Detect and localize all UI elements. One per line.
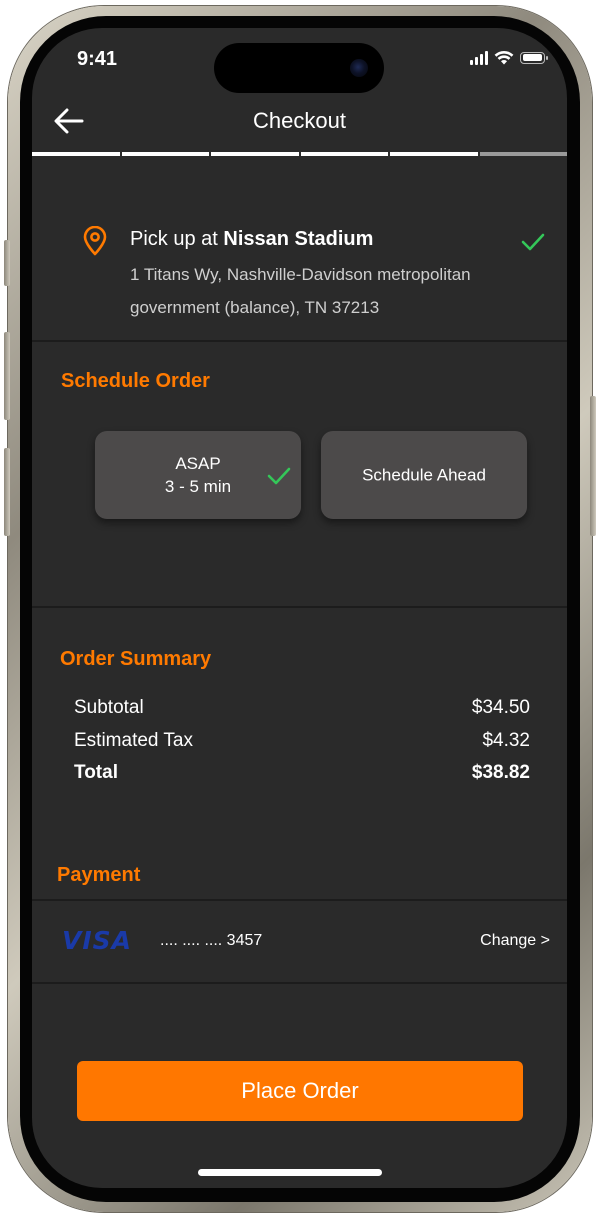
schedule-ahead-option-button[interactable]: Schedule Ahead xyxy=(321,431,527,519)
pickup-prefix: Pick up at xyxy=(130,228,224,250)
checkout-screen: 9:41 Checkout Pick up at Nissan Stadium … xyxy=(32,28,567,1188)
battery-icon xyxy=(520,51,548,64)
schedule-order-heading: Schedule Order xyxy=(61,370,210,392)
status-time: 9:41 xyxy=(77,48,118,70)
status-icons xyxy=(470,50,548,65)
order-summary-heading: Order Summary xyxy=(60,648,212,670)
summary-value: $34.50 xyxy=(471,697,530,718)
summary-label: Estimated Tax xyxy=(74,730,193,751)
asap-option-button[interactable]: ASAP 3 - 5 min xyxy=(95,431,301,519)
power-button xyxy=(590,396,596,536)
visa-logo: VISA xyxy=(62,926,133,955)
wifi-icon xyxy=(494,50,514,65)
home-indicator xyxy=(198,1169,382,1176)
summary-value: $38.82 xyxy=(471,762,530,783)
check-icon xyxy=(521,233,545,251)
selected-check-icon xyxy=(267,467,291,485)
change-payment-link[interactable]: Change > xyxy=(480,932,550,950)
pickup-venue-name: Nissan Stadium xyxy=(223,228,374,250)
summary-row-subtotal: Subtotal $34.50 xyxy=(74,697,530,719)
summary-row-tax: Estimated Tax $4.32 xyxy=(74,730,530,752)
payment-method-row: VISA .... .... .... 3457 Change > xyxy=(32,900,567,982)
page-title: Checkout xyxy=(253,108,346,133)
summary-label: Subtotal xyxy=(74,697,144,718)
volume-up-button xyxy=(4,332,10,420)
pickup-address: 1 Titans Wy, Nashville-Davidson metropol… xyxy=(130,265,471,317)
summary-label: Total xyxy=(74,762,118,783)
section-divider xyxy=(32,606,567,608)
navigation-header: Checkout xyxy=(32,90,567,152)
volume-down-button xyxy=(4,448,10,536)
summary-row-total: Total $38.82 xyxy=(74,762,530,784)
place-order-button[interactable]: Place Order xyxy=(77,1061,523,1121)
summary-value: $4.32 xyxy=(482,730,530,751)
schedule-ahead-label: Schedule Ahead xyxy=(362,465,486,485)
location-pin-icon xyxy=(83,226,107,256)
card-number: .... .... .... 3457 xyxy=(160,932,263,949)
cellular-signal-icon xyxy=(470,50,488,65)
pickup-location-section: Pick up at Nissan Stadium 1 Titans Wy, N… xyxy=(32,156,567,340)
section-divider xyxy=(32,982,567,984)
action-button xyxy=(4,240,10,286)
status-bar: 9:41 xyxy=(32,28,567,93)
payment-heading: Payment xyxy=(57,864,141,886)
dynamic-island xyxy=(214,43,384,93)
section-divider xyxy=(32,340,567,342)
pickup-venue-line: Pick up at Nissan Stadium xyxy=(130,228,373,251)
front-camera xyxy=(350,59,368,77)
